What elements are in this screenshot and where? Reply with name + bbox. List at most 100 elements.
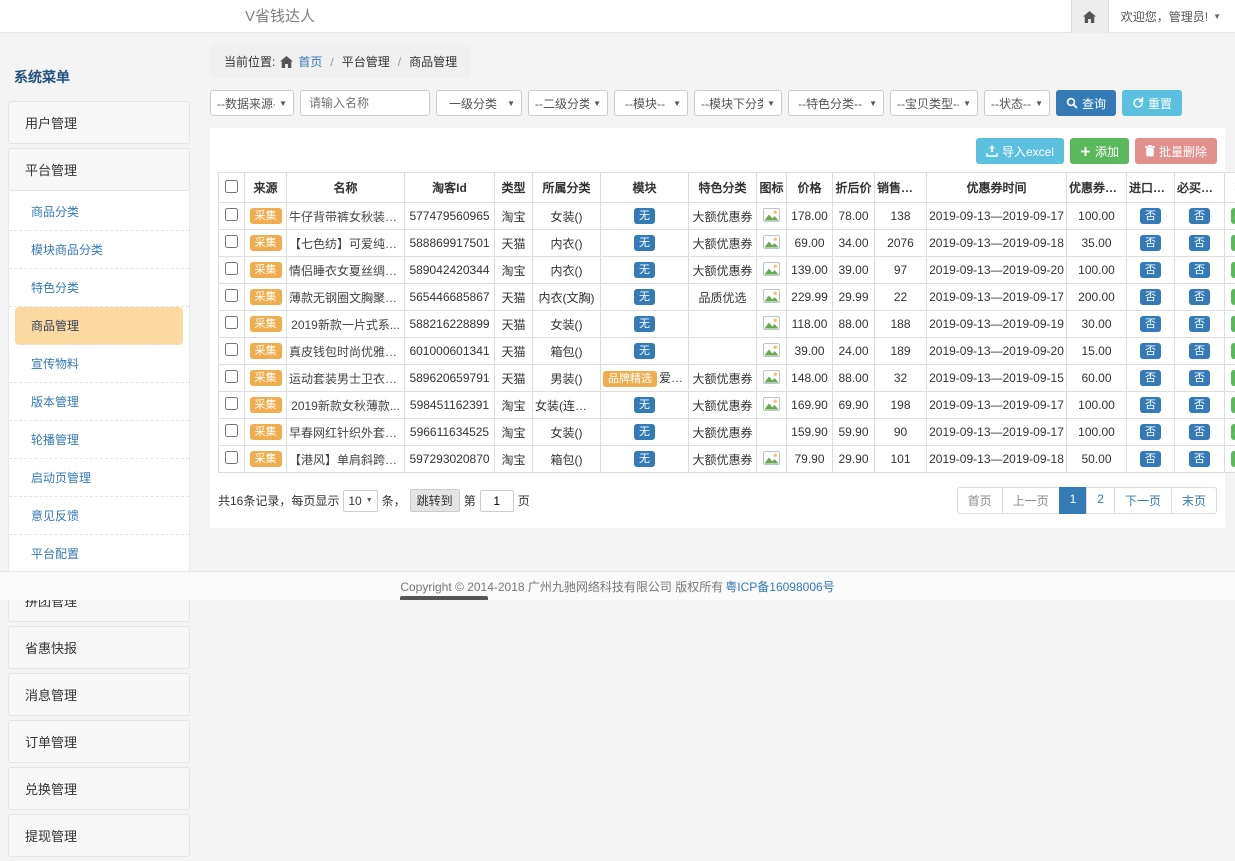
row-checkbox[interactable] bbox=[225, 316, 238, 329]
status-toggle[interactable]: 上架 bbox=[1231, 424, 1235, 440]
sidebar-group-4[interactable]: 消息管理 bbox=[8, 673, 190, 716]
row-checkbox[interactable] bbox=[225, 208, 238, 221]
sidebar-group-1[interactable]: 平台管理 bbox=[8, 148, 190, 191]
page-number-input[interactable] bbox=[480, 490, 514, 512]
sidebar-item-1-1[interactable]: 模块商品分类 bbox=[9, 231, 189, 269]
coupon-time-cell: 2019-09-13—2019-09-17 bbox=[927, 392, 1067, 419]
breadcrumb-home-link[interactable]: 首页 bbox=[298, 53, 322, 70]
pager-item-3[interactable]: 2 bbox=[1086, 487, 1115, 514]
module-badge: 无 bbox=[634, 451, 655, 467]
row-checkbox[interactable] bbox=[225, 235, 238, 248]
status-toggle[interactable]: 上架 bbox=[1231, 235, 1235, 251]
sidebar-group-0[interactable]: 用户管理 bbox=[8, 101, 190, 144]
sidebar-group-7[interactable]: 提现管理 bbox=[8, 814, 190, 857]
select-all-checkbox[interactable] bbox=[225, 180, 238, 193]
search-button[interactable]: 查询 bbox=[1056, 90, 1116, 116]
filter-select-0[interactable]: 一级分类▼ bbox=[436, 90, 522, 116]
imported-toggle[interactable]: 否 bbox=[1140, 235, 1161, 251]
row-checkbox[interactable] bbox=[225, 262, 238, 275]
sidebar-item-1-9[interactable]: 平台配置 bbox=[9, 535, 189, 572]
row-checkbox[interactable] bbox=[225, 451, 238, 464]
must-buy-cell: 否 bbox=[1175, 284, 1225, 311]
breadcrumb-separator: / bbox=[330, 55, 333, 69]
welcome-text: 欢迎您，管理员! bbox=[1121, 8, 1208, 25]
imported-toggle[interactable]: 否 bbox=[1140, 451, 1161, 467]
filter-select-5[interactable]: --宝贝类型--▼ bbox=[890, 90, 978, 116]
sidebar-item-1-4[interactable]: 宣传物料 bbox=[9, 345, 189, 383]
icp-link[interactable]: 粤ICP备16098006号 bbox=[725, 578, 834, 595]
sidebar-item-1-6[interactable]: 轮播管理 bbox=[9, 421, 189, 459]
status-toggle[interactable]: 上架 bbox=[1231, 451, 1235, 467]
row-checkbox[interactable] bbox=[225, 424, 238, 437]
pager-item-0[interactable]: 首页 bbox=[957, 487, 1003, 514]
imported-toggle[interactable]: 否 bbox=[1140, 343, 1161, 359]
status-toggle[interactable]: 上架 bbox=[1231, 370, 1235, 386]
sidebar-item-1-7[interactable]: 启动页管理 bbox=[9, 459, 189, 497]
sidebar-item-1-0[interactable]: 商品分类 bbox=[9, 193, 189, 231]
sidebar-item-1-3[interactable]: 商品管理 bbox=[15, 307, 183, 345]
must-buy-toggle[interactable]: 否 bbox=[1189, 316, 1210, 332]
import-excel-button[interactable]: 导入excel bbox=[976, 138, 1064, 164]
row-checkbox-cell bbox=[219, 419, 245, 446]
must-buy-toggle[interactable]: 否 bbox=[1189, 424, 1210, 440]
reset-button[interactable]: 重置 bbox=[1122, 90, 1182, 116]
per-page-unit: 条， bbox=[382, 492, 406, 509]
name-search-input[interactable] bbox=[300, 90, 430, 116]
pager-item-5[interactable]: 末页 bbox=[1171, 487, 1217, 514]
batch-delete-button[interactable]: 批量删除 bbox=[1135, 138, 1217, 164]
must-buy-toggle[interactable]: 否 bbox=[1189, 343, 1210, 359]
row-checkbox[interactable] bbox=[225, 289, 238, 302]
must-buy-cell: 否 bbox=[1175, 365, 1225, 392]
filter-select-source[interactable]: --数据来源--▼ bbox=[210, 90, 294, 116]
sidebar-item-1-8[interactable]: 意见反馈 bbox=[9, 497, 189, 535]
sidebar-group-5[interactable]: 订单管理 bbox=[8, 720, 190, 763]
user-menu[interactable]: 欢迎您，管理员! ▼ bbox=[1121, 8, 1221, 25]
row-checkbox[interactable] bbox=[225, 397, 238, 410]
must-buy-toggle[interactable]: 否 bbox=[1189, 235, 1210, 251]
status-cell: 上架 bbox=[1225, 392, 1235, 419]
filter-select-3[interactable]: --模块下分类--▼ bbox=[694, 90, 782, 116]
per-page-select[interactable]: 10 ▼ bbox=[343, 490, 377, 512]
filter-select-6[interactable]: --状态--▼ bbox=[984, 90, 1050, 116]
must-buy-toggle[interactable]: 否 bbox=[1189, 370, 1210, 386]
pager-item-1[interactable]: 上一页 bbox=[1002, 487, 1060, 514]
must-buy-toggle[interactable]: 否 bbox=[1189, 262, 1210, 278]
home-button[interactable] bbox=[1071, 0, 1109, 33]
imported-toggle[interactable]: 否 bbox=[1140, 262, 1161, 278]
status-toggle[interactable]: 上架 bbox=[1231, 262, 1235, 278]
table-row: 采集【七色纺】可爱纯棉家...588869917501天猫内衣()无大额优惠券6… bbox=[219, 230, 1235, 257]
pager-item-4[interactable]: 下一页 bbox=[1114, 487, 1172, 514]
status-toggle[interactable]: 上架 bbox=[1231, 289, 1235, 305]
filter-select-1[interactable]: --二级分类--▼ bbox=[528, 90, 608, 116]
status-toggle[interactable]: 上架 bbox=[1231, 343, 1235, 359]
status-toggle[interactable]: 上架 bbox=[1231, 316, 1235, 332]
sidebar-item-1-2[interactable]: 特色分类 bbox=[9, 269, 189, 307]
imported-toggle[interactable]: 否 bbox=[1140, 424, 1161, 440]
row-checkbox[interactable] bbox=[225, 370, 238, 383]
imported-toggle[interactable]: 否 bbox=[1140, 397, 1161, 413]
imported-toggle[interactable]: 否 bbox=[1140, 370, 1161, 386]
coupon-time-cell: 2019-09-13—2019-09-20 bbox=[927, 338, 1067, 365]
sidebar-group-3[interactable]: 省惠快报 bbox=[8, 626, 190, 669]
jump-suffix: 页 bbox=[518, 492, 530, 509]
pager-item-2[interactable]: 1 bbox=[1059, 487, 1088, 514]
must-buy-toggle[interactable]: 否 bbox=[1189, 451, 1210, 467]
filter-select-2[interactable]: --模块--▼ bbox=[614, 90, 688, 116]
row-checkbox[interactable] bbox=[225, 343, 238, 356]
must-buy-toggle[interactable]: 否 bbox=[1189, 397, 1210, 413]
jump-button[interactable]: 跳转到 bbox=[410, 489, 460, 512]
status-toggle[interactable]: 上架 bbox=[1231, 208, 1235, 224]
must-buy-toggle[interactable]: 否 bbox=[1189, 208, 1210, 224]
sidebar-item-1-5[interactable]: 版本管理 bbox=[9, 383, 189, 421]
filter-select-4[interactable]: --特色分类--▼ bbox=[788, 90, 884, 116]
must-buy-toggle[interactable]: 否 bbox=[1189, 289, 1210, 305]
imported-toggle[interactable]: 否 bbox=[1140, 316, 1161, 332]
add-button[interactable]: 添加 bbox=[1070, 138, 1129, 164]
status-toggle[interactable]: 上架 bbox=[1231, 397, 1235, 413]
imported-toggle[interactable]: 否 bbox=[1140, 208, 1161, 224]
feature-cell: 大额优惠券 bbox=[689, 446, 757, 473]
sidebar-group-6[interactable]: 兑换管理 bbox=[8, 767, 190, 810]
price-cell: 139.00 bbox=[787, 257, 833, 284]
imported-toggle[interactable]: 否 bbox=[1140, 289, 1161, 305]
imported-cell: 否 bbox=[1127, 419, 1175, 446]
